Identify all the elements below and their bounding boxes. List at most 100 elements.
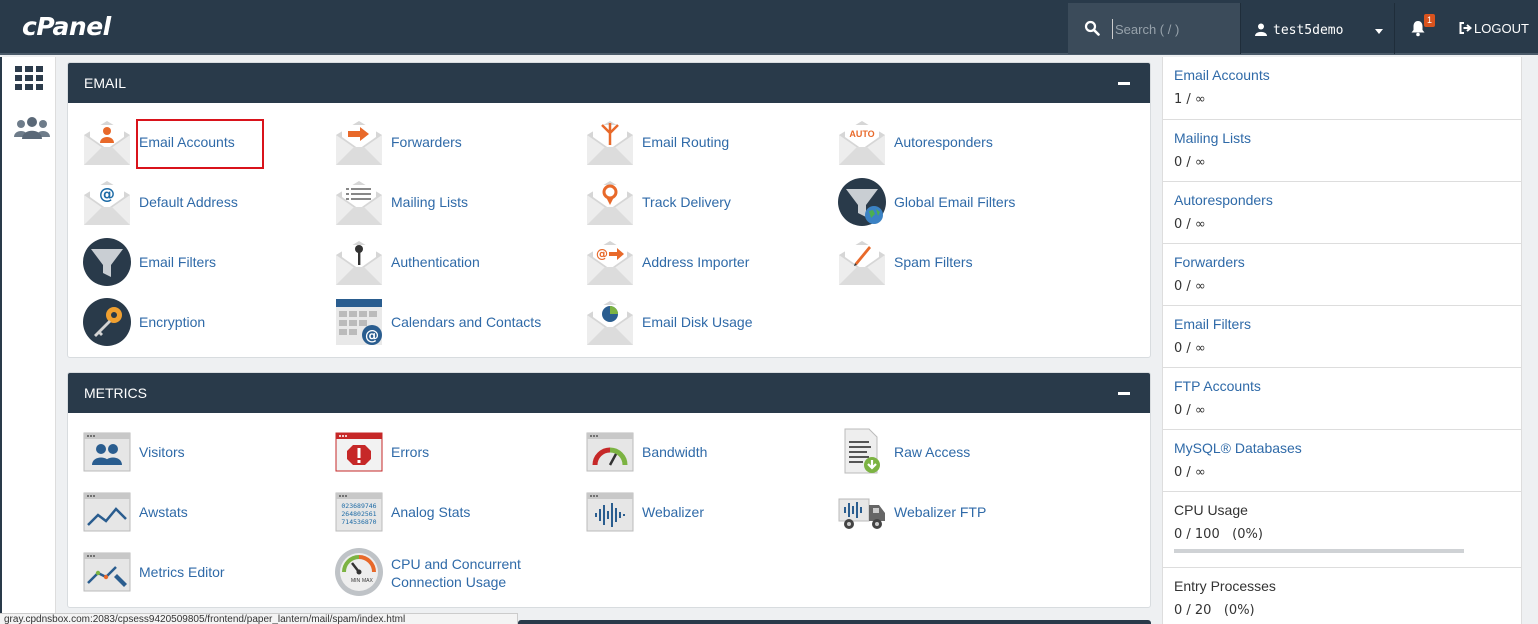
item-label: Encryption xyxy=(139,314,206,330)
track-delivery-link[interactable]: Track Delivery xyxy=(571,177,811,227)
default-address-link[interactable]: @ Default Address xyxy=(68,177,308,227)
email-accounts-link[interactable]: Email Accounts xyxy=(68,117,308,167)
email-filters-link[interactable]: Email Filters xyxy=(68,237,308,287)
next-panel-header xyxy=(518,620,1151,624)
global-email-filters-link[interactable]: Global Email Filters xyxy=(823,177,1063,227)
authentication-icon xyxy=(336,241,382,285)
stat-value: 0 / ∞ xyxy=(1174,465,1206,480)
webalizer-link[interactable]: Webalizer xyxy=(571,487,811,537)
cpanel-logo[interactable]: cPanel xyxy=(22,12,111,41)
encryption-icon xyxy=(83,298,131,346)
analog-digits-line: 714536870 xyxy=(341,518,376,526)
item-label: Email Accounts xyxy=(139,134,235,150)
raw-access-link[interactable]: Raw Access xyxy=(823,427,1063,477)
stat-title[interactable]: Autoresponders xyxy=(1174,192,1273,208)
stat-title[interactable]: MySQL® Databases xyxy=(1174,440,1302,456)
visitors-link[interactable]: Visitors xyxy=(68,427,308,477)
svg-text:MIN: MIN xyxy=(351,578,361,584)
stat-value: 0 / ∞ xyxy=(1174,217,1206,232)
item-label: Analog Stats xyxy=(391,504,471,520)
bandwidth-icon xyxy=(586,432,634,472)
logout-label: LOGOUT xyxy=(1474,21,1529,36)
item-label: Webalizer FTP xyxy=(894,504,987,520)
item-label: Email Filters xyxy=(139,254,217,270)
panel-title: EMAIL xyxy=(84,75,127,91)
stat-title[interactable]: Email Accounts xyxy=(1174,67,1270,83)
track-delivery-icon xyxy=(587,181,633,225)
stat-ftp-accounts[interactable]: FTP Accounts 0 / ∞ xyxy=(1163,368,1521,430)
raw-access-icon xyxy=(844,428,880,474)
awstats-link[interactable]: Awstats xyxy=(68,487,308,537)
logout-button[interactable]: LOGOUT xyxy=(1459,21,1529,36)
email-disk-usage-link[interactable]: Email Disk Usage xyxy=(571,297,811,347)
webalizer-ftp-link[interactable]: Webalizer FTP xyxy=(823,487,1063,537)
cpu-usage-link[interactable]: MIN MAX CPU and Concurrent Connection Usa… xyxy=(320,547,560,597)
analog-digits-line: 264802561 xyxy=(341,510,376,518)
address-importer-link[interactable]: @ Address Importer xyxy=(571,237,811,287)
bandwidth-link[interactable]: Bandwidth xyxy=(571,427,811,477)
item-label: Autoresponders xyxy=(894,134,993,150)
stat-forwarders[interactable]: Forwarders 0 / ∞ xyxy=(1163,244,1521,306)
apps-grid-icon[interactable] xyxy=(14,65,44,91)
item-label: Visitors xyxy=(139,444,185,460)
stat-autoresponders[interactable]: Autoresponders 0 / ∞ xyxy=(1163,182,1521,244)
email-routing-link[interactable]: Email Routing xyxy=(571,117,811,167)
stat-mysql-databases[interactable]: MySQL® Databases 0 / ∞ xyxy=(1163,430,1521,492)
stat-email-accounts[interactable]: Email Accounts 1 / ∞ xyxy=(1163,57,1521,120)
awstats-icon xyxy=(83,492,131,532)
item-label: Global Email Filters xyxy=(894,194,1016,210)
users-icon[interactable] xyxy=(14,117,50,139)
item-label: Webalizer xyxy=(642,504,704,520)
errors-icon xyxy=(335,432,383,472)
spam-filters-link[interactable]: Spam Filters xyxy=(823,237,1063,287)
chevron-down-icon xyxy=(1375,29,1383,34)
analog-stats-icon: 023689746 264802561 714536870 xyxy=(335,492,383,532)
authentication-link[interactable]: Authentication xyxy=(320,237,560,287)
stat-title: Entry Processes xyxy=(1174,578,1276,594)
stat-value: 0 / ∞ xyxy=(1174,279,1206,294)
metrics-panel: METRICS Visitors Errors Bandwidth Raw Ac… xyxy=(67,372,1151,608)
item-label: CPU and Concurrent Connection Usage xyxy=(391,556,521,590)
username: test5demo xyxy=(1273,23,1344,38)
stat-email-filters[interactable]: Email Filters 0 / ∞ xyxy=(1163,306,1521,368)
email-panel-header[interactable]: EMAIL xyxy=(68,63,1150,103)
webalizer-icon xyxy=(586,492,634,532)
user-icon xyxy=(1255,23,1267,36)
stat-title[interactable]: Email Filters xyxy=(1174,316,1251,332)
cpu-usage-icon: MIN MAX xyxy=(335,548,383,596)
item-label: Email Disk Usage xyxy=(642,314,753,330)
stat-title[interactable]: Forwarders xyxy=(1174,254,1245,270)
analog-digits-line: 023689746 xyxy=(341,502,376,510)
browser-status-bar: gray.cpdnsbox.com:2083/cpsess9420509805/… xyxy=(0,613,518,624)
forwarders-link[interactable]: Forwarders xyxy=(320,117,560,167)
analog-stats-link[interactable]: 023689746 264802561 714536870 Analog Sta… xyxy=(320,487,560,537)
calendars-contacts-link[interactable]: @ Calendars and Contacts xyxy=(320,297,560,347)
email-filters-icon xyxy=(83,238,131,286)
search-input[interactable] xyxy=(1112,19,1232,39)
top-bar: cPanel test5demo 1 LOGOUT xyxy=(0,0,1538,55)
stat-value: 0 / ∞ xyxy=(1174,341,1206,356)
metrics-editor-link[interactable]: Metrics Editor xyxy=(68,547,308,597)
item-label: Awstats xyxy=(139,504,188,520)
metrics-editor-icon xyxy=(83,552,131,592)
metrics-panel-header[interactable]: METRICS xyxy=(68,373,1150,413)
stat-title[interactable]: Mailing Lists xyxy=(1174,130,1251,146)
item-label: Mailing Lists xyxy=(391,194,469,210)
encryption-link[interactable]: Encryption xyxy=(68,297,308,347)
item-label: Spam Filters xyxy=(894,254,973,270)
stats-sidebar: Email Accounts 1 / ∞ Mailing Lists 0 / ∞… xyxy=(1162,57,1522,624)
email-disk-usage-icon xyxy=(587,301,633,345)
errors-link[interactable]: Errors xyxy=(320,427,560,477)
collapse-icon[interactable] xyxy=(1118,392,1130,395)
item-label: Metrics Editor xyxy=(139,564,225,580)
stat-title[interactable]: FTP Accounts xyxy=(1174,378,1261,394)
item-label: Forwarders xyxy=(391,134,462,150)
left-sidebar xyxy=(0,57,56,624)
autoresponders-link[interactable]: AUTO Autoresponders xyxy=(823,117,1063,167)
mailing-lists-link[interactable]: Mailing Lists xyxy=(320,177,560,227)
cpu-usage-progress-bar xyxy=(1174,549,1464,553)
autoresponders-icon: AUTO xyxy=(839,121,885,165)
stat-mailing-lists[interactable]: Mailing Lists 0 / ∞ xyxy=(1163,120,1521,182)
collapse-icon[interactable] xyxy=(1118,82,1130,85)
user-menu[interactable]: test5demo xyxy=(1240,3,1395,54)
